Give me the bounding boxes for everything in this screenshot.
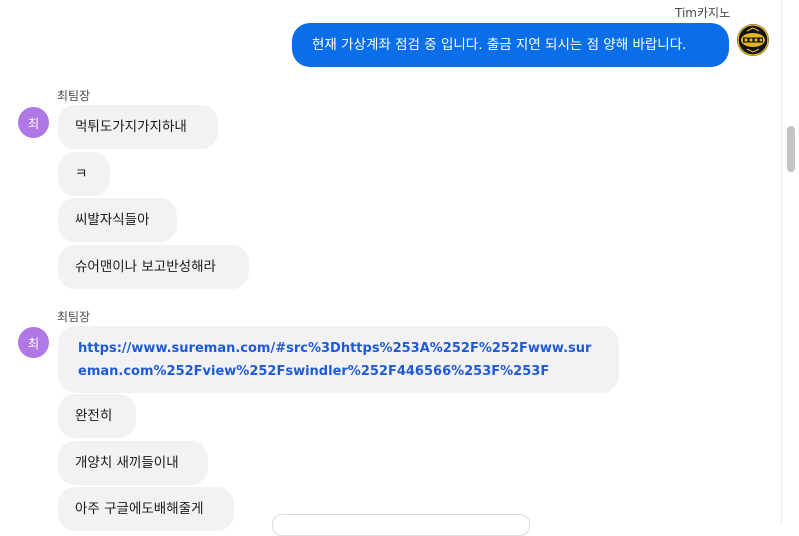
- avatar: 최: [18, 107, 49, 138]
- sender-name: 최팀장: [57, 89, 91, 103]
- scrollbar-thumb[interactable]: [787, 126, 795, 172]
- divider: [781, 0, 782, 525]
- incoming-message: ㅋ: [58, 152, 110, 196]
- link-message[interactable]: https://www.sureman.com/#src%3Dhttps%253…: [58, 326, 619, 393]
- incoming-message: 아주 구글에도배해줄게: [58, 487, 234, 531]
- casino-logo-avatar: [737, 24, 769, 56]
- new-message-indicator[interactable]: [272, 514, 530, 536]
- chat-message-list[interactable]: Tim카지노 현재 가상계좌 점검 중 입니다. 출금 지연 되시는 점 양해 …: [0, 0, 784, 536]
- incoming-message: 슈어맨이나 보고반성해라: [58, 245, 249, 289]
- outgoing-sender-name: Tim카지노: [675, 6, 731, 20]
- incoming-message: 먹튀도가지가지하내: [58, 105, 218, 149]
- scrollbar[interactable]: [784, 0, 799, 525]
- incoming-message: 개양치 새끼들이내: [58, 441, 208, 485]
- avatar: 최: [18, 327, 49, 358]
- incoming-message: 씨발자식들아: [58, 198, 177, 242]
- incoming-message: 완전히: [58, 394, 136, 438]
- link-url[interactable]: https://www.sureman.com/#src%3Dhttps%253…: [78, 341, 591, 379]
- outgoing-message: 현재 가상계좌 점검 중 입니다. 출금 지연 되시는 점 양해 바랍니다.: [292, 23, 729, 67]
- sender-name: 최팀장: [57, 310, 91, 324]
